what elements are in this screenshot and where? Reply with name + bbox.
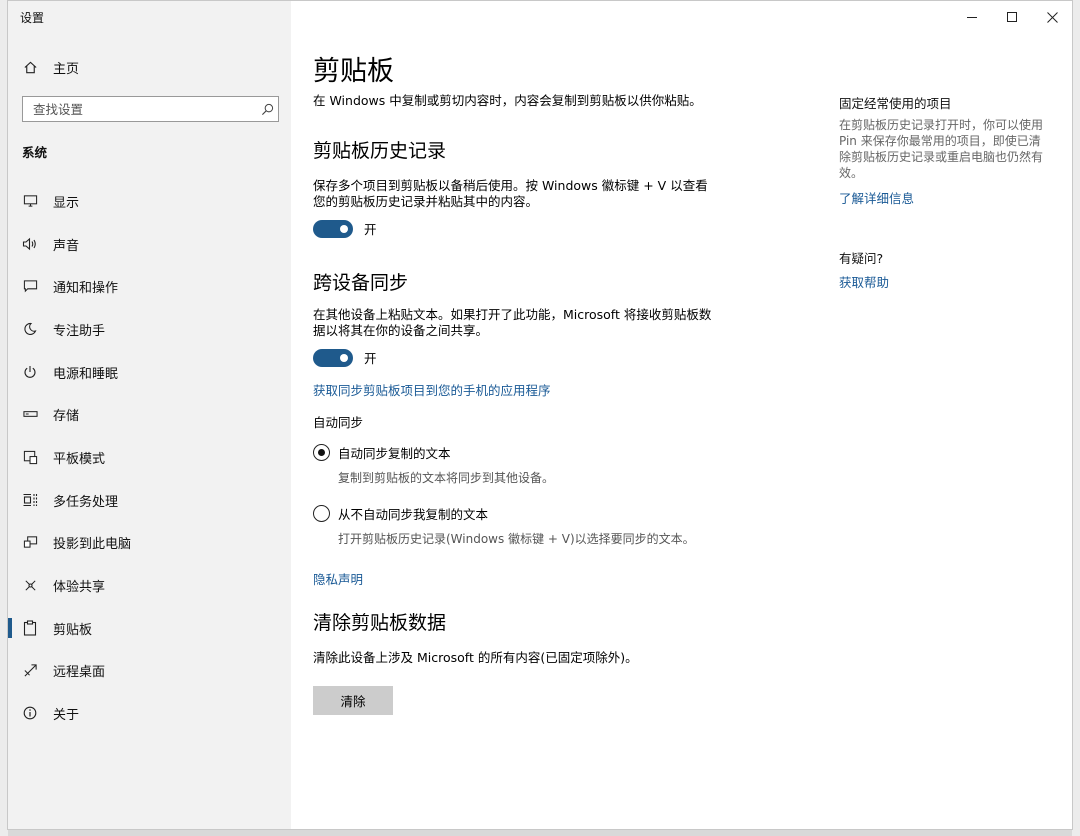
- clear-heading: 清除剪贴板数据: [313, 608, 446, 635]
- multitask-icon: [21, 491, 39, 509]
- pinned-desc-line2: Pin 来保存你最常用的项目，即使已清: [839, 133, 1054, 149]
- sidebar-item-shared-experiences[interactable]: 体验共享: [8, 566, 291, 604]
- tablet-icon: [21, 448, 39, 466]
- speaker-icon: [21, 235, 39, 253]
- radio-button-selected[interactable]: [313, 444, 330, 461]
- sidebar-item-label: 显示: [53, 192, 79, 211]
- sidebar-item-label: 投影到此电脑: [53, 533, 131, 552]
- sidebar-item-project[interactable]: 投影到此电脑: [8, 523, 291, 561]
- window-title: 设置: [20, 9, 44, 26]
- sidebar-item-label: 关于: [53, 704, 79, 723]
- sidebar-item-label: 电源和睡眠: [53, 363, 118, 382]
- sidebar-item-label: 主页: [53, 58, 79, 77]
- maximize-button[interactable]: [1002, 7, 1022, 27]
- sidebar-item-display[interactable]: 显示: [8, 182, 291, 220]
- share-icon: [21, 576, 39, 594]
- sidebar-item-label: 体验共享: [53, 576, 105, 595]
- radio-auto-sync-desc: 复制到剪贴板的文本将同步到其他设备。: [338, 469, 554, 486]
- sync-toggle[interactable]: [313, 349, 353, 367]
- clear-desc: 清除此设备上涉及 Microsoft 的所有内容(已固定项除外)。: [313, 650, 638, 666]
- sidebar-item-focus-assist[interactable]: 专注助手: [8, 310, 291, 348]
- sidebar-item-home[interactable]: 主页: [8, 48, 291, 86]
- toggle-knob: [340, 225, 348, 233]
- sync-toggle-state: 开: [364, 348, 377, 367]
- clear-button[interactable]: 清除: [313, 686, 393, 715]
- sidebar-item-label: 通知和操作: [53, 277, 118, 296]
- sidebar-item-label: 远程桌面: [53, 661, 105, 680]
- radio-auto-sync-label: 自动同步复制的文本: [338, 443, 451, 462]
- maximize-icon: [1007, 12, 1017, 22]
- info-icon: [21, 704, 39, 722]
- search-icon[interactable]: [256, 103, 278, 116]
- history-toggle-state: 开: [364, 219, 377, 238]
- sidebar-item-sound[interactable]: 声音: [8, 225, 291, 263]
- sidebar-item-clipboard[interactable]: 剪贴板: [8, 609, 291, 647]
- sidebar-item-label: 剪贴板: [53, 619, 92, 638]
- sidebar-item-remote-desktop[interactable]: 远程桌面: [8, 651, 291, 689]
- storage-icon: [21, 405, 39, 423]
- clipboard-icon: [21, 619, 39, 637]
- history-toggle-row: 开: [313, 219, 377, 238]
- home-icon: [21, 58, 39, 76]
- power-icon: [21, 363, 39, 381]
- intro-text: 在 Windows 中复制或剪切内容时，内容会复制到剪贴板以供你粘贴。: [313, 93, 702, 109]
- history-heading: 剪贴板历史记录: [313, 136, 446, 163]
- notification-icon: [21, 277, 39, 295]
- settings-window: 设置 主页 系统 显示 声音: [7, 0, 1073, 830]
- minimize-button[interactable]: [962, 7, 982, 27]
- sidebar-item-power[interactable]: 电源和睡眠: [8, 353, 291, 391]
- pinned-desc-line1: 在剪贴板历史记录打开时，你可以使用: [839, 117, 1054, 133]
- sidebar-item-about[interactable]: 关于: [8, 694, 291, 732]
- radio-button-unselected[interactable]: [313, 505, 330, 522]
- history-toggle[interactable]: [313, 220, 353, 238]
- sidebar-item-label: 平板模式: [53, 448, 105, 467]
- sidebar-item-label: 声音: [53, 235, 79, 254]
- learn-more-link[interactable]: 了解详细信息: [839, 188, 914, 207]
- sidebar-item-label: 多任务处理: [53, 491, 118, 510]
- sidebar: 设置 主页 系统 显示 声音: [8, 1, 291, 830]
- pinned-heading: 固定经常使用的项目: [839, 93, 952, 112]
- radio-manual-sync-desc: 打开剪贴板历史记录(Windows 徽标键 + V)以选择要同步的文本。: [338, 530, 695, 547]
- search-input[interactable]: [23, 102, 256, 117]
- background-right-strip: [1072, 0, 1080, 836]
- monitor-icon: [21, 192, 39, 210]
- sync-desc-line2: 据以将其在你的设备之间共享。: [313, 323, 488, 339]
- project-icon: [21, 533, 39, 551]
- toggle-knob: [340, 354, 348, 362]
- radio-manual-sync[interactable]: 从不自动同步我复制的文本: [313, 504, 488, 523]
- sync-heading: 跨设备同步: [313, 268, 408, 295]
- history-desc-line1: 保存多个项目到剪贴板以备稍后使用。按 Windows 徽标键 + V 以查看: [313, 178, 708, 194]
- remote-icon: [21, 661, 39, 679]
- pinned-desc-line4: 效。: [839, 165, 1054, 181]
- phone-app-link[interactable]: 获取同步剪贴板项目到您的手机的应用程序: [313, 380, 551, 399]
- radio-auto-sync[interactable]: 自动同步复制的文本: [313, 443, 451, 462]
- sync-desc-line1: 在其他设备上粘贴文本。如果打开了此功能，Microsoft 将接收剪贴板数: [313, 307, 711, 323]
- sidebar-item-storage[interactable]: 存储: [8, 395, 291, 433]
- sync-toggle-row: 开: [313, 348, 377, 367]
- history-desc-line2: 您的剪贴板历史记录并粘贴其中的内容。: [313, 194, 538, 210]
- search-box[interactable]: [22, 96, 279, 122]
- sidebar-item-multitasking[interactable]: 多任务处理: [8, 481, 291, 519]
- sidebar-item-label: 专注助手: [53, 320, 105, 339]
- minimize-icon: [967, 12, 977, 22]
- pinned-desc-line3: 除剪贴板历史记录或重启电脑也仍然有: [839, 149, 1054, 165]
- page-title: 剪贴板: [313, 49, 394, 88]
- auto-sync-label: 自动同步: [313, 415, 363, 431]
- sidebar-item-label: 存储: [53, 405, 79, 424]
- privacy-link[interactable]: 隐私声明: [313, 569, 363, 588]
- sidebar-item-tablet-mode[interactable]: 平板模式: [8, 438, 291, 476]
- close-button[interactable]: [1042, 7, 1062, 27]
- close-icon: [1047, 12, 1058, 23]
- sidebar-item-notifications[interactable]: 通知和操作: [8, 267, 291, 305]
- question-heading: 有疑问?: [839, 248, 883, 267]
- sidebar-section-title: 系统: [22, 142, 47, 161]
- moon-icon: [21, 320, 39, 338]
- get-help-link[interactable]: 获取帮助: [839, 272, 889, 291]
- radio-manual-sync-label: 从不自动同步我复制的文本: [338, 504, 488, 523]
